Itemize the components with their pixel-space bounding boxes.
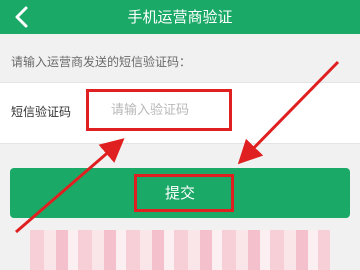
instruction-text: 请输入运营商发送的短信验证码： xyxy=(11,55,192,69)
header-bar: 手机运营商验证 xyxy=(0,0,360,34)
code-field-label: 短信验证码 xyxy=(11,105,72,119)
verification-code-input[interactable] xyxy=(86,89,232,131)
submit-button[interactable]: 提交 xyxy=(10,168,350,218)
code-form-row: 短信验证码 xyxy=(0,82,360,144)
page-title: 手机运营商验证 xyxy=(127,8,233,26)
blurred-content xyxy=(30,230,330,270)
submit-label: 提交 xyxy=(164,184,195,202)
